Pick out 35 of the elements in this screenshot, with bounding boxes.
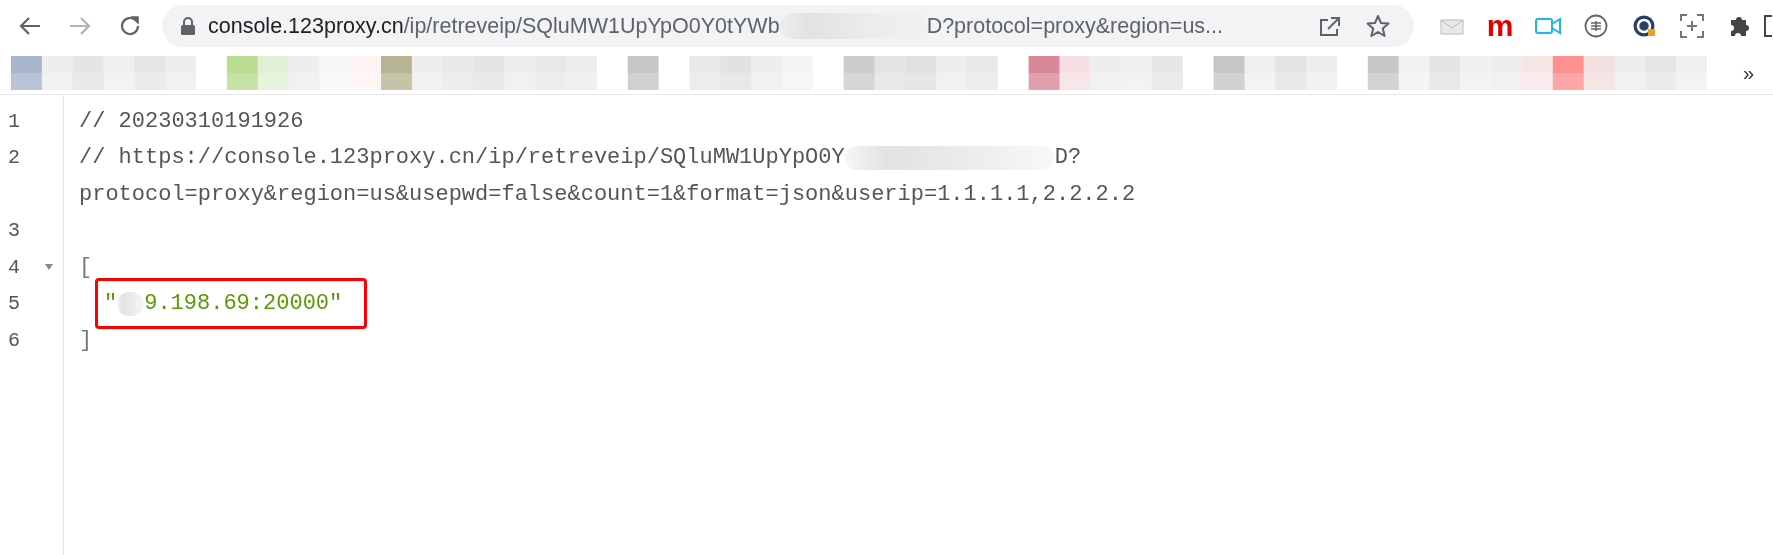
fold-caret-icon[interactable]: [45, 264, 53, 271]
bracket-text: ]: [79, 327, 93, 353]
string-text: ": [104, 291, 118, 317]
url-host-text: console.123proxy.cn: [208, 13, 404, 39]
line-number: 3: [8, 219, 20, 243]
address-bar[interactable]: console.123proxy.cn/ip/retreveip/SQluMW1UpYpO0Y0tYWb D?protocol=proxy&region=us...: [162, 5, 1414, 47]
line-number: 4: [8, 255, 20, 279]
side-panel-icon: [1764, 14, 1772, 38]
url-path-text: D?protocol=proxy&region=us...: [926, 13, 1224, 39]
envelope-icon: [1440, 16, 1464, 36]
circle-icon: [1584, 14, 1608, 38]
line-number: 5: [8, 292, 20, 316]
screenshot-icon: [1680, 14, 1704, 38]
blurred-text: [117, 291, 145, 316]
back-icon: [19, 16, 41, 36]
star-icon: [1366, 14, 1390, 38]
comment-text: protocol=proxy&region=us&usepwd=false&count=1&format=json&userip=1.1.1.1,2.2.2.2: [79, 181, 1136, 207]
line-number: 1: [8, 109, 20, 133]
puzzle-icon: [1728, 14, 1752, 38]
lock-icon: [180, 16, 196, 36]
more-bookmarks-button[interactable]: »: [1737, 61, 1761, 85]
reload-icon: [119, 15, 141, 37]
bracket-text: [: [79, 254, 93, 280]
video-camera-icon: [1535, 16, 1561, 36]
forward-icon: [69, 16, 91, 36]
share-icon: [1319, 15, 1341, 37]
comment-text: // https://console.123proxy.cn/ip/retreveip/SQluMW1UpYpO0Y: [79, 145, 845, 171]
comment-text: D?: [1054, 145, 1082, 171]
line-number: 6: [8, 328, 20, 352]
string-text: 9.198.69:20000": [144, 291, 343, 317]
globe-icon: [1632, 14, 1656, 38]
extension-button[interactable]: m: [1476, 6, 1524, 46]
line-number: 2: [8, 146, 20, 170]
comment-text: // 20230310191926: [79, 108, 304, 134]
url-path-text: /ip/retreveip/SQluMW1UpYpO0Y0tYWb: [403, 13, 780, 39]
